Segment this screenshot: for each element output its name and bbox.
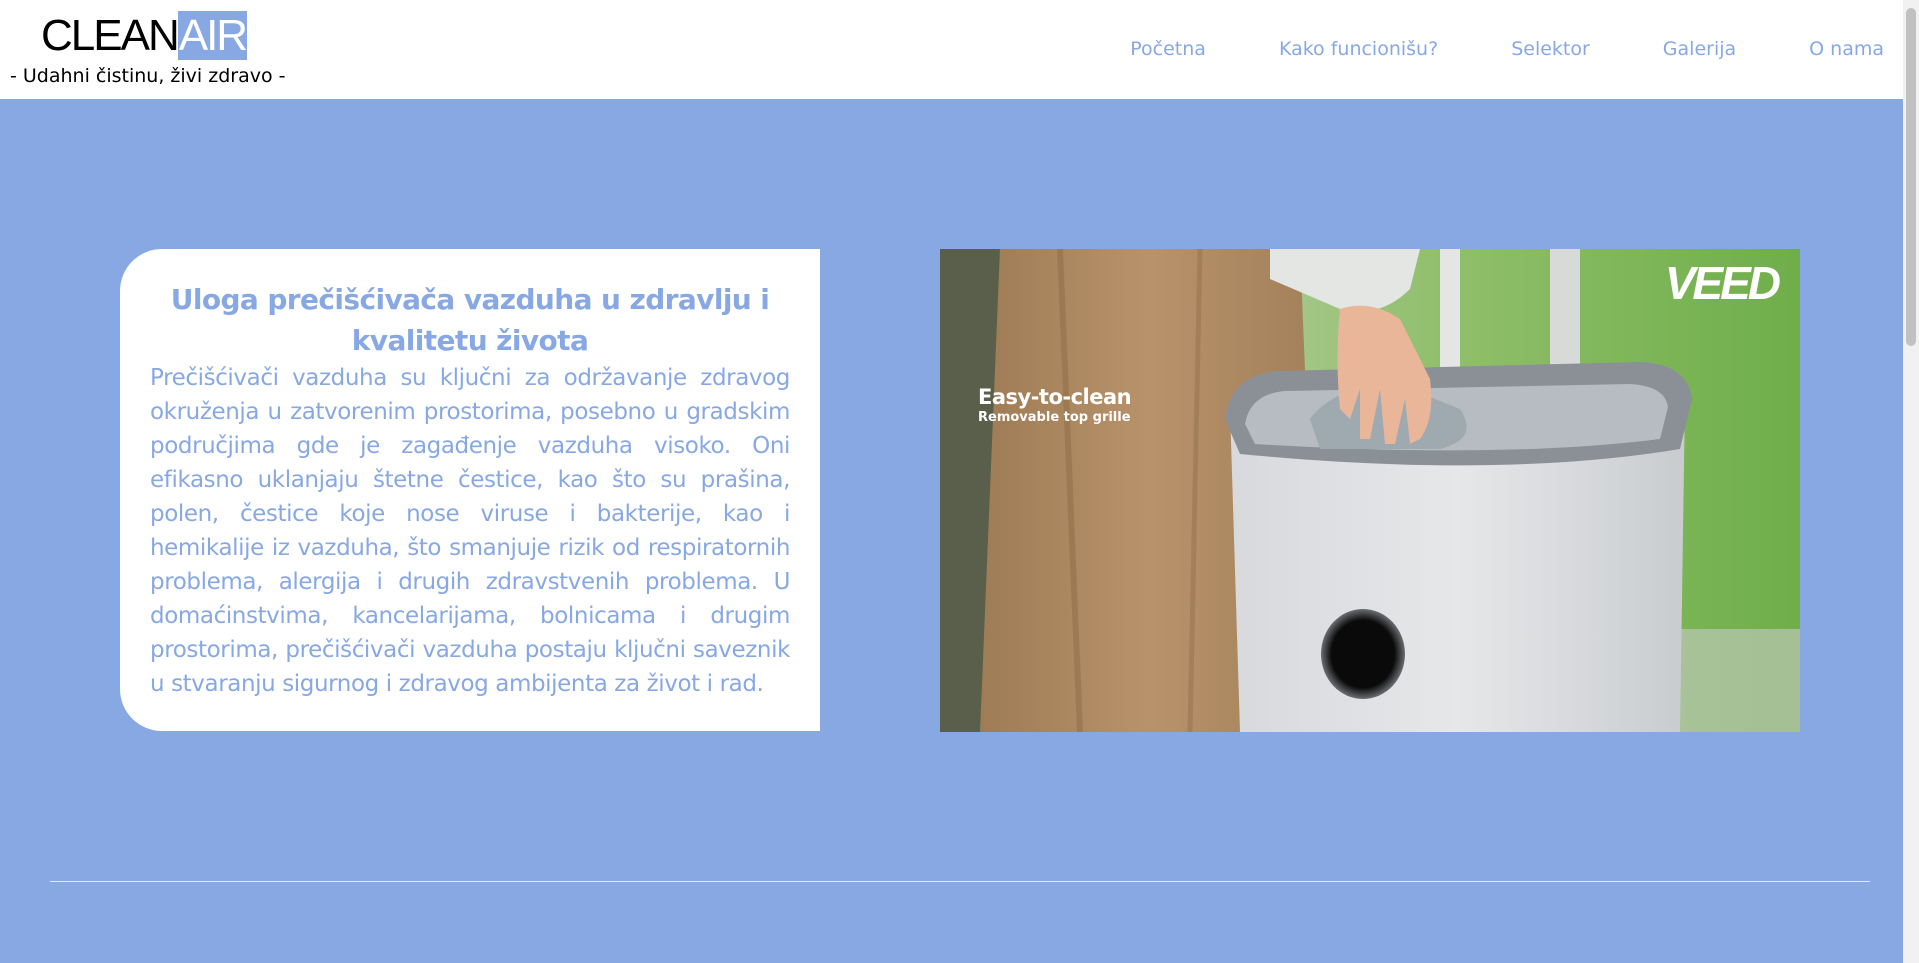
nav-link-selektor[interactable]: Selektor bbox=[1511, 36, 1590, 62]
main-nav: Početna Kako funcionišu? Selektor Galeri… bbox=[1057, 36, 1884, 62]
video-caption-subtitle: Removable top grille bbox=[978, 410, 1131, 425]
nav-link-kako-funcionisu[interactable]: Kako funcionišu? bbox=[1279, 36, 1438, 62]
site-logo[interactable]: CLEANAIR bbox=[41, 10, 248, 62]
veed-watermark: VEED bbox=[1664, 257, 1781, 309]
video-caption: Easy-to-clean Removable top grille bbox=[978, 384, 1132, 426]
site-tagline: - Udahni čistinu, živi zdravo - bbox=[10, 65, 286, 87]
video-frame-illustration bbox=[940, 249, 1800, 732]
section-divider bbox=[50, 881, 1870, 882]
product-video[interactable]: VEED Easy-to-clean Removable top grille bbox=[940, 249, 1800, 732]
nav-link-pocetna[interactable]: Početna bbox=[1130, 36, 1206, 62]
card-title: Uloga prečišćivača vazduha u zdravlju i … bbox=[170, 283, 770, 357]
info-card: Uloga prečišćivača vazduha u zdravlju i … bbox=[120, 249, 820, 731]
nav-link-galerija[interactable]: Galerija bbox=[1663, 36, 1736, 62]
card-body-text: Prečišćivači vazduha su ključni za održa… bbox=[150, 365, 790, 697]
scrollbar-thumb[interactable] bbox=[1906, 8, 1916, 346]
site-header: CLEANAIR - Udahni čistinu, živi zdravo -… bbox=[0, 0, 1903, 99]
page-scrollbar[interactable] bbox=[1903, 0, 1919, 963]
logo-clean-text: CLEAN bbox=[41, 11, 180, 60]
nav-link-o-nama[interactable]: O nama bbox=[1809, 36, 1884, 62]
video-caption-title: Easy-to-clean bbox=[978, 385, 1132, 409]
logo-air-text: AIR bbox=[177, 11, 248, 60]
